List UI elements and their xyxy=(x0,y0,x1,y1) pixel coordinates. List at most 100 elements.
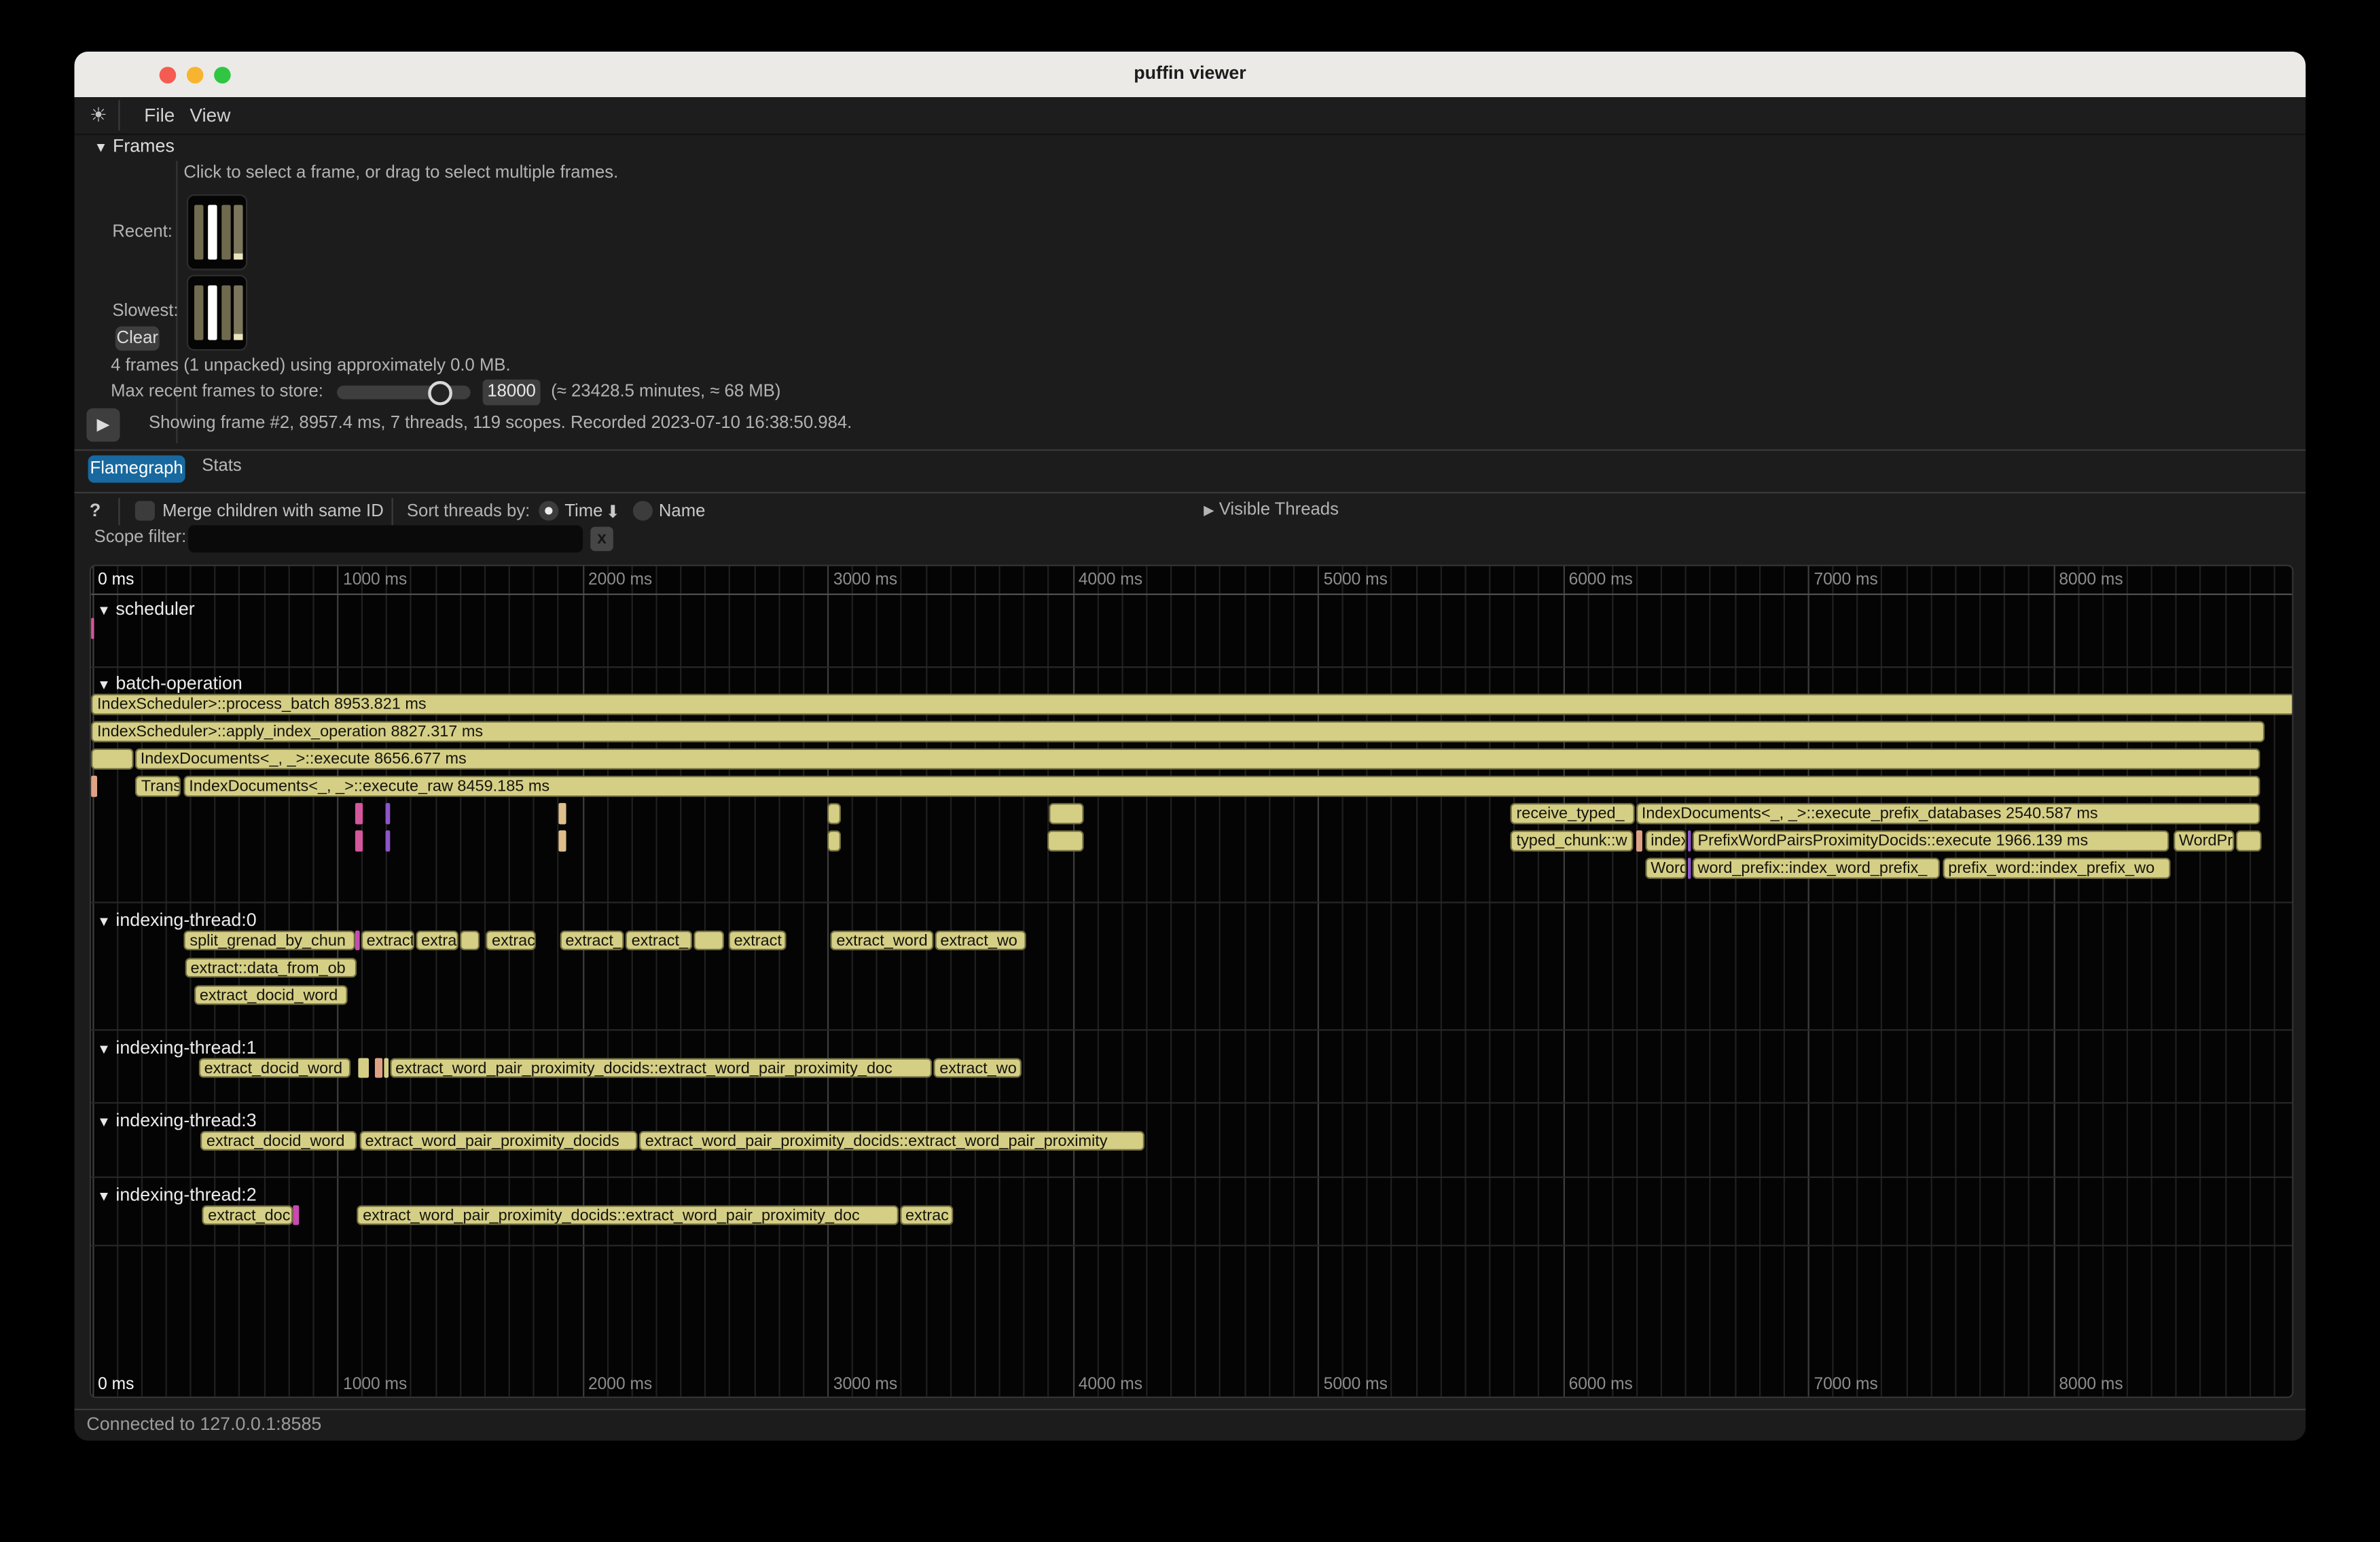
scope-bar[interactable] xyxy=(459,930,479,950)
scope-bar[interactable] xyxy=(386,803,390,823)
menu-view[interactable]: View xyxy=(190,105,230,126)
scope-bar[interactable] xyxy=(91,618,93,639)
tab-stats[interactable]: Stats xyxy=(202,457,242,476)
frame-thumbnail-bar[interactable] xyxy=(221,205,230,259)
scope-bar[interactable] xyxy=(693,930,724,950)
scope-bar[interactable]: WordPr xyxy=(2173,830,2235,850)
scope-bar[interactable] xyxy=(355,830,363,850)
frame-thumbnail-bar[interactable] xyxy=(194,205,203,259)
scope-bar[interactable] xyxy=(1687,858,1691,878)
gridline xyxy=(950,567,951,1397)
scope-bar[interactable]: Word xyxy=(1644,858,1686,878)
scope-bar[interactable]: extrac xyxy=(899,1204,953,1225)
scope-bar[interactable]: IndexScheduler>::apply_index_operation 8… xyxy=(91,721,2265,741)
scope-bar[interactable]: extract_word_pair_proximity_docids::extr… xyxy=(357,1204,898,1225)
scope-bar[interactable] xyxy=(2236,830,2261,850)
thread-header-indexing-thread:0[interactable]: ▼ indexing-thread:0 xyxy=(97,910,257,931)
clear-filter-button[interactable]: x xyxy=(590,526,613,551)
frame-thumbnail-bar[interactable] xyxy=(234,285,243,340)
scope-bar[interactable]: extract_word_pair_proximity_docids::extr… xyxy=(639,1130,1144,1151)
scope-filter-input[interactable] xyxy=(188,525,583,552)
scope-bar[interactable] xyxy=(91,776,96,796)
scope-bar[interactable]: IndexScheduler>::process_batch 8953.821 … xyxy=(91,694,2294,714)
frame-thumbnail-bar[interactable] xyxy=(208,205,217,259)
tab-flamegraph[interactable]: Flamegraph xyxy=(88,455,185,482)
sort-direction-arrow-icon[interactable]: ⬇ xyxy=(606,501,621,522)
scope-bar[interactable] xyxy=(383,1057,388,1077)
frame-thumbnail-bar[interactable] xyxy=(194,285,203,340)
scope-bar[interactable]: PrefixWordPairsProximityDocids::execute … xyxy=(1692,830,2169,850)
scope-bar[interactable]: extract_docid_word xyxy=(200,1130,357,1151)
scope-bar[interactable] xyxy=(355,803,363,823)
scope-bar[interactable] xyxy=(1636,830,1642,850)
clear-button[interactable]: Clear xyxy=(115,326,160,351)
scope-bar[interactable] xyxy=(91,749,134,769)
scope-bar[interactable]: extract_docid_word xyxy=(194,984,348,1005)
recent-frames-thumbnail[interactable] xyxy=(187,194,247,270)
merge-children-checkbox[interactable] xyxy=(135,501,155,520)
visible-threads-toggle[interactable]: ▶ Visible Threads xyxy=(1204,501,1339,519)
gridline xyxy=(852,567,853,1397)
scope-bar[interactable]: prefix_word::index_prefix_wo xyxy=(1942,858,2170,878)
showing-frame-text: Showing frame #2, 8957.4 ms, 7 threads, … xyxy=(149,414,852,433)
scope-bar[interactable]: extra xyxy=(415,930,458,950)
slowest-frames-thumbnail[interactable] xyxy=(187,274,247,351)
thread-header-indexing-thread:2[interactable]: ▼ indexing-thread:2 xyxy=(97,1184,257,1205)
scope-bar[interactable] xyxy=(293,1204,299,1225)
scope-bar[interactable]: typed_chunk::w xyxy=(1511,830,1633,850)
scope-bar[interactable]: receive_typed_ xyxy=(1511,803,1634,823)
frame-thumbnail-bar[interactable] xyxy=(208,285,217,340)
scope-bar[interactable]: split_grenad_by_chun xyxy=(183,930,354,950)
scope-bar[interactable]: extract_word xyxy=(830,930,933,950)
frames-section-header[interactable]: ▼ Frames xyxy=(94,135,175,156)
thread-header-batch-operation[interactable]: ▼ batch-operation xyxy=(97,673,242,694)
axis-tick-label: 2000 ms xyxy=(588,1376,652,1394)
gridline xyxy=(2004,567,2005,1397)
thread-header-indexing-thread:1[interactable]: ▼ indexing-thread:1 xyxy=(97,1037,257,1058)
menu-file[interactable]: File xyxy=(144,105,175,126)
scope-bar[interactable] xyxy=(357,1057,368,1077)
scope-bar[interactable]: extract_ xyxy=(626,930,692,950)
scope-bar[interactable]: extract_docid_word xyxy=(198,1057,351,1077)
scope-bar[interactable]: extrac xyxy=(486,930,536,950)
scope-bar[interactable]: word_prefix::index_word_prefix_ xyxy=(1692,858,1939,878)
scope-bar[interactable]: extract::data_from_ob xyxy=(185,957,357,978)
scope-bar[interactable]: extract_doc xyxy=(202,1204,292,1225)
scope-bar[interactable]: extract_word_pair_proximity_docids::extr… xyxy=(389,1057,931,1077)
scope-bar[interactable]: extract xyxy=(728,930,786,950)
scope-bar[interactable] xyxy=(558,830,566,850)
thread-header-indexing-thread:3[interactable]: ▼ indexing-thread:3 xyxy=(97,1110,257,1131)
scope-bar[interactable] xyxy=(355,930,359,950)
scope-bar[interactable]: extract xyxy=(361,930,414,950)
scope-bar[interactable] xyxy=(1048,803,1083,823)
scope-bar[interactable]: IndexDocuments<_, _>::execute_prefix_dat… xyxy=(1636,803,2260,823)
scope-bar[interactable]: index xyxy=(1644,830,1686,850)
scope-bar[interactable] xyxy=(827,830,840,850)
scope-bar[interactable]: extract_ xyxy=(559,930,624,950)
theme-toggle-sun-icon[interactable]: ☀ xyxy=(90,103,107,128)
scope-bar[interactable] xyxy=(1687,830,1691,850)
scope-bar[interactable] xyxy=(386,830,390,850)
scope-bar[interactable] xyxy=(374,1057,382,1077)
scope-bar[interactable]: extract_word_pair_proximity_docids xyxy=(359,1130,638,1151)
scope-bar[interactable]: IndexDocuments<_, _>::execute_raw 8459.1… xyxy=(183,776,2260,796)
sort-name-radio[interactable] xyxy=(633,501,653,520)
play-button[interactable]: ▶ xyxy=(86,408,120,442)
scope-bar[interactable] xyxy=(558,803,566,823)
max-frames-slider[interactable] xyxy=(337,386,471,399)
thread-header-scheduler[interactable]: ▼ scheduler xyxy=(97,598,195,619)
scope-bar[interactable] xyxy=(827,803,840,823)
frame-thumbnail-bar[interactable] xyxy=(234,205,243,259)
scope-bar[interactable]: IndexDocuments<_, _>::execute 8656.677 m… xyxy=(134,749,2260,769)
scope-bar[interactable]: Trans xyxy=(135,776,181,796)
help-button[interactable]: ? xyxy=(90,499,101,520)
max-frames-value[interactable]: 18000 xyxy=(483,380,541,406)
scope-bar[interactable]: extract_wo xyxy=(933,1057,1022,1077)
slider-knob[interactable] xyxy=(428,380,452,405)
scope-bar[interactable]: extract_wo xyxy=(934,930,1025,950)
sort-time-radio[interactable] xyxy=(539,501,558,520)
scope-bar[interactable] xyxy=(1047,830,1084,850)
flamegraph-canvas[interactable]: 0 ms1000 ms2000 ms3000 ms4000 ms5000 ms6… xyxy=(90,564,2294,1398)
frame-thumbnail-bar[interactable] xyxy=(221,285,230,340)
collapse-triangle-right-icon: ▶ xyxy=(1204,503,1214,518)
